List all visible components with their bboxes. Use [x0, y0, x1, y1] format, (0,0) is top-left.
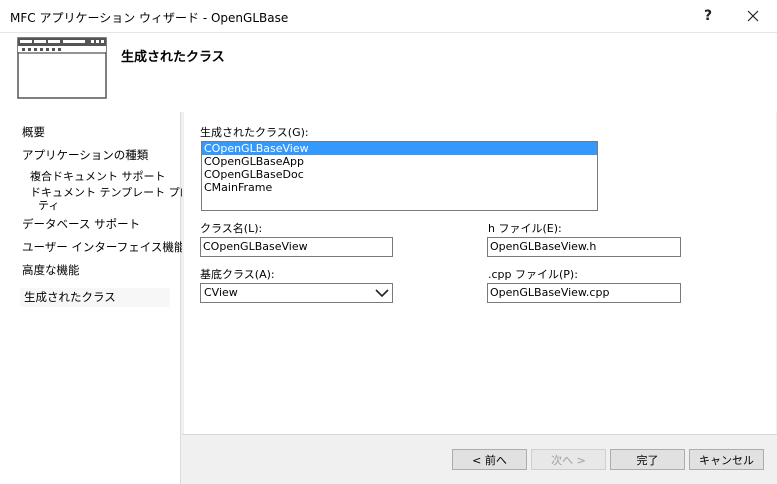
- window-title: MFC アプリケーション ウィザード - OpenGLBase: [10, 11, 289, 25]
- next-button[interactable]: 次へ >: [531, 449, 606, 470]
- close-button[interactable]: [731, 0, 775, 32]
- class-name-label: クラス名(L):: [200, 222, 263, 235]
- base-class-value: CView: [204, 286, 238, 299]
- sidebar-item-app-type[interactable]: アプリケーションの種類: [22, 149, 148, 162]
- finish-button[interactable]: 完了: [610, 449, 685, 470]
- sidebar-item-overview[interactable]: 概要: [22, 126, 45, 139]
- cancel-button[interactable]: キャンセル: [689, 449, 764, 470]
- sidebar-item-generated-classes[interactable]: 生成されたクラス: [20, 288, 170, 307]
- sidebar-item-advanced[interactable]: 高度な機能: [22, 264, 80, 277]
- list-item[interactable]: COpenGLBaseView: [202, 142, 597, 155]
- sidebar-item-doc-template[interactable]: ドキュメント テンプレート プロパ: [30, 186, 202, 199]
- wizard-header: 生成されたクラス: [0, 33, 777, 112]
- cpp-file-field[interactable]: OpenGLBaseView.cpp: [487, 283, 681, 303]
- footer-divider: [182, 434, 777, 435]
- sidebar-item-ui-features[interactable]: ユーザー インターフェイス機能: [22, 241, 185, 254]
- base-class-select[interactable]: CView: [200, 283, 393, 303]
- h-file-label: h ファイル(E):: [488, 222, 562, 235]
- h-file-field[interactable]: OpenGLBaseView.h: [487, 237, 681, 257]
- list-item[interactable]: COpenGLBaseDoc: [202, 168, 597, 181]
- wizard-window-icon: [17, 37, 107, 99]
- cpp-file-label: .cpp ファイル(P):: [488, 268, 578, 281]
- wizard-sidebar: 概要 アプリケーションの種類 複合ドキュメント サポート ドキュメント テンプレ…: [0, 112, 202, 484]
- wizard-content: 生成されたクラス(G): COpenGLBaseView COpenGLBase…: [182, 112, 777, 484]
- list-item[interactable]: CMainFrame: [202, 181, 597, 194]
- help-button[interactable]: ?: [686, 0, 730, 32]
- close-icon: [747, 10, 759, 22]
- list-item[interactable]: COpenGLBaseApp: [202, 155, 597, 168]
- prev-button[interactable]: < 前へ: [452, 449, 527, 470]
- sidebar-item-compound-doc[interactable]: 複合ドキュメント サポート: [30, 170, 166, 183]
- generated-classes-label: 生成されたクラス(G):: [200, 126, 309, 139]
- base-class-label: 基底クラス(A):: [200, 268, 275, 281]
- chevron-down-icon: [375, 289, 389, 298]
- class-name-field[interactable]: COpenGLBaseView: [200, 237, 393, 257]
- generated-classes-list[interactable]: COpenGLBaseView COpenGLBaseApp COpenGLBa…: [201, 141, 598, 211]
- page-heading: 生成されたクラス: [121, 50, 225, 65]
- sidebar-item-doc-template-cont[interactable]: ティ: [38, 199, 59, 212]
- title-bar: MFC アプリケーション ウィザード - OpenGLBase ?: [0, 0, 777, 33]
- sidebar-item-database[interactable]: データベース サポート: [22, 218, 140, 231]
